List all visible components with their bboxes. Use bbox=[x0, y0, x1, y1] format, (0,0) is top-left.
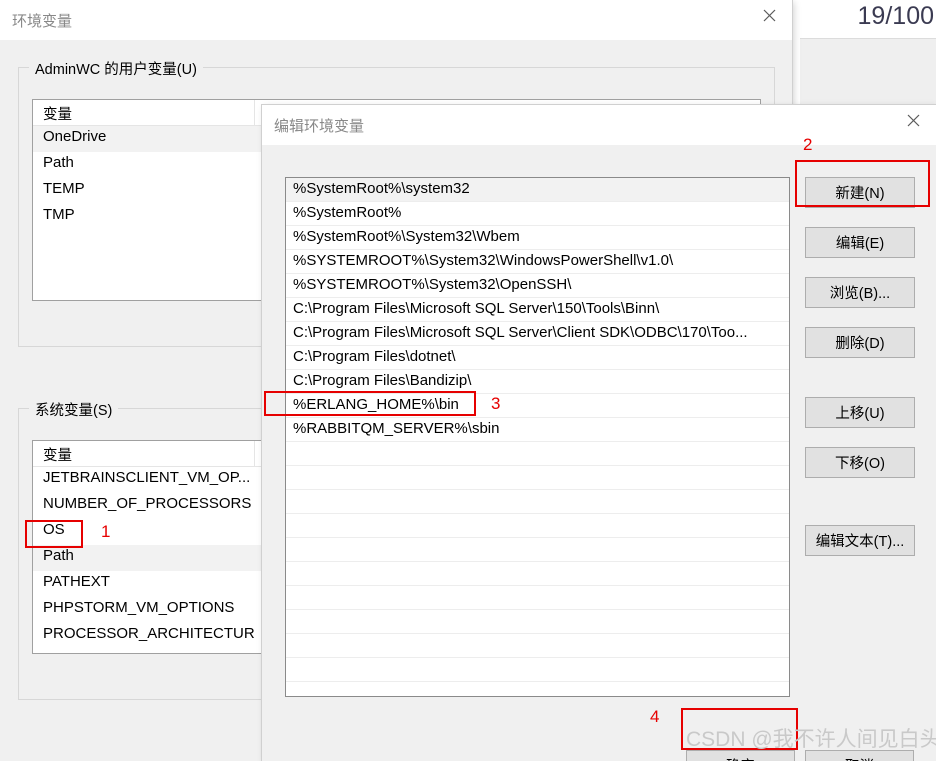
path-entry-row[interactable]: %SYSTEMROOT%\System32\OpenSSH\ bbox=[286, 274, 789, 298]
variable-name: OS bbox=[43, 521, 65, 538]
new-button[interactable]: 新建(N) bbox=[805, 177, 915, 208]
variable-name: Path bbox=[43, 154, 74, 171]
path-entry-row-empty[interactable] bbox=[286, 442, 789, 466]
page-counter: 19/100 bbox=[857, 2, 934, 30]
variable-name: NUMBER_OF_PROCESSORS bbox=[43, 495, 252, 512]
column-header-name[interactable]: 变量 bbox=[33, 441, 255, 466]
variable-name: TMP bbox=[43, 206, 75, 223]
browse-button[interactable]: 浏览(B)... bbox=[805, 277, 915, 308]
close-icon[interactable] bbox=[746, 0, 792, 31]
edit-environment-variable-dialog: 编辑环境变量 %SystemRoot%\system32 %SystemRoot%… bbox=[262, 105, 936, 761]
edit-button[interactable]: 编辑(E) bbox=[805, 227, 915, 258]
path-entry-row[interactable]: %SYSTEMROOT%\System32\WindowsPowerShell\… bbox=[286, 250, 789, 274]
path-entry-row[interactable]: %SystemRoot%\System32\Wbem bbox=[286, 226, 789, 250]
path-entry-row-empty[interactable] bbox=[286, 658, 789, 682]
move-up-button[interactable]: 上移(U) bbox=[805, 397, 915, 428]
screenshot-root: 19/100 环境变量 AdminWC 的用户变量(U) 变量 值 bbox=[0, 0, 936, 761]
move-down-button[interactable]: 下移(O) bbox=[805, 447, 915, 478]
path-entry-row[interactable]: C:\Program Files\Bandizip\ bbox=[286, 370, 789, 394]
delete-button[interactable]: 删除(D) bbox=[805, 327, 915, 358]
env-dialog-titlebar: 环境变量 bbox=[0, 0, 792, 40]
close-icon[interactable] bbox=[890, 105, 936, 136]
path-entry-row-empty[interactable] bbox=[286, 562, 789, 586]
user-variables-group-label: AdminWC 的用户变量(U) bbox=[29, 58, 203, 79]
path-entry-row[interactable]: C:\Program Files\Microsoft SQL Server\Cl… bbox=[286, 322, 789, 346]
env-dialog-title: 环境变量 bbox=[12, 13, 73, 30]
variable-name: Path bbox=[43, 547, 74, 564]
variable-name: PROCESSOR_ARCHITECTURE bbox=[43, 625, 255, 642]
variable-name: JETBRAINSCLIENT_VM_OP... bbox=[43, 469, 251, 486]
cancel-button[interactable]: 取消 bbox=[805, 750, 914, 761]
ok-button[interactable]: 确定 bbox=[686, 750, 795, 761]
path-entry-row-empty[interactable] bbox=[286, 514, 789, 538]
path-entry-row-empty[interactable] bbox=[286, 586, 789, 610]
path-entry-row[interactable]: %RABBITQM_SERVER%\sbin bbox=[286, 418, 789, 442]
path-entry-row[interactable]: %ERLANG_HOME%\bin bbox=[286, 394, 789, 418]
path-entry-row-empty[interactable] bbox=[286, 634, 789, 658]
edit-text-button[interactable]: 编辑文本(T)... bbox=[805, 525, 915, 556]
path-entry-row[interactable]: C:\Program Files\Microsoft SQL Server\15… bbox=[286, 298, 789, 322]
path-entries-listbox[interactable]: %SystemRoot%\system32 %SystemRoot% %System… bbox=[285, 177, 790, 697]
path-entry-row[interactable]: C:\Program Files\dotnet\ bbox=[286, 346, 789, 370]
path-entry-row[interactable]: %SystemRoot%\system32 bbox=[286, 178, 789, 202]
path-entry-row-empty[interactable] bbox=[286, 538, 789, 562]
edit-dialog-titlebar: 编辑环境变量 bbox=[262, 105, 936, 145]
edit-dialog-title: 编辑环境变量 bbox=[274, 118, 365, 135]
variable-name: OneDrive bbox=[43, 128, 107, 145]
variable-name: TEMP bbox=[43, 180, 85, 197]
path-entry-row-empty[interactable] bbox=[286, 490, 789, 514]
variable-name: PHPSTORM_VM_OPTIONS bbox=[43, 599, 235, 616]
variable-name: PATHEXT bbox=[43, 573, 110, 590]
column-header-name[interactable]: 变量 bbox=[33, 100, 255, 125]
path-entry-row-empty[interactable] bbox=[286, 610, 789, 634]
path-entry-row-empty[interactable] bbox=[286, 466, 789, 490]
edit-dialog-body: %SystemRoot%\system32 %SystemRoot% %System… bbox=[262, 145, 936, 761]
path-entry-row[interactable]: %SystemRoot% bbox=[286, 202, 789, 226]
variable-name: PROCESSOR_IDENTIFIER bbox=[33, 649, 255, 653]
system-variables-group-label: 系统变量(S) bbox=[29, 399, 119, 420]
